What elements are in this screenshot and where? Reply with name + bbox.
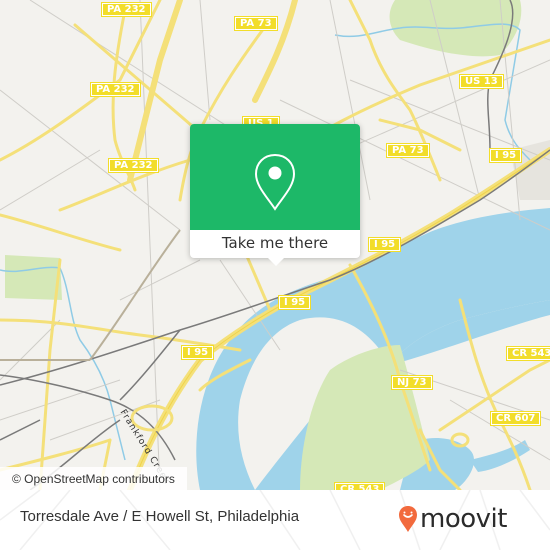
road-shield: US 13: [459, 74, 504, 89]
road-shield: CR 607: [490, 411, 542, 426]
footer-bar: Torresdale Ave / E Howell St, Philadelph…: [0, 490, 550, 550]
popup-header: [190, 124, 360, 230]
road-shield: PA 73: [234, 16, 278, 31]
take-me-there-button[interactable]: Take me there: [190, 230, 360, 258]
moovit-pin-icon: [399, 506, 417, 532]
road-shield: PA 232: [90, 82, 141, 97]
road-shield: PA 73: [386, 143, 430, 158]
road-shield: PA 232: [101, 2, 152, 17]
map[interactable]: PA 232 PA 73 PA 232 US 1 US 13 PA 232 PA…: [0, 0, 550, 490]
road-shield: PA 232: [108, 158, 159, 173]
stop-address: Torresdale Ave / E Howell St, Philadelph…: [20, 508, 300, 525]
road-shield: I 95: [181, 345, 215, 360]
popup-pointer: [268, 258, 284, 266]
road-shield: I 95: [278, 295, 312, 310]
destination-popup[interactable]: Take me there: [190, 124, 360, 266]
map-attribution[interactable]: © OpenStreetMap contributors: [0, 467, 187, 490]
road-shield: I 95: [368, 237, 402, 252]
road-shield: I 95: [489, 148, 523, 163]
road-shield: NJ 73: [391, 375, 433, 390]
moovit-logo[interactable]: moovit: [398, 501, 507, 537]
road-shield: CR 543: [334, 482, 386, 490]
park-nj: [300, 345, 430, 490]
location-pin-icon: [254, 153, 296, 211]
road-shield: CR 543: [506, 346, 550, 361]
moovit-wordmark: moovit: [420, 504, 507, 534]
